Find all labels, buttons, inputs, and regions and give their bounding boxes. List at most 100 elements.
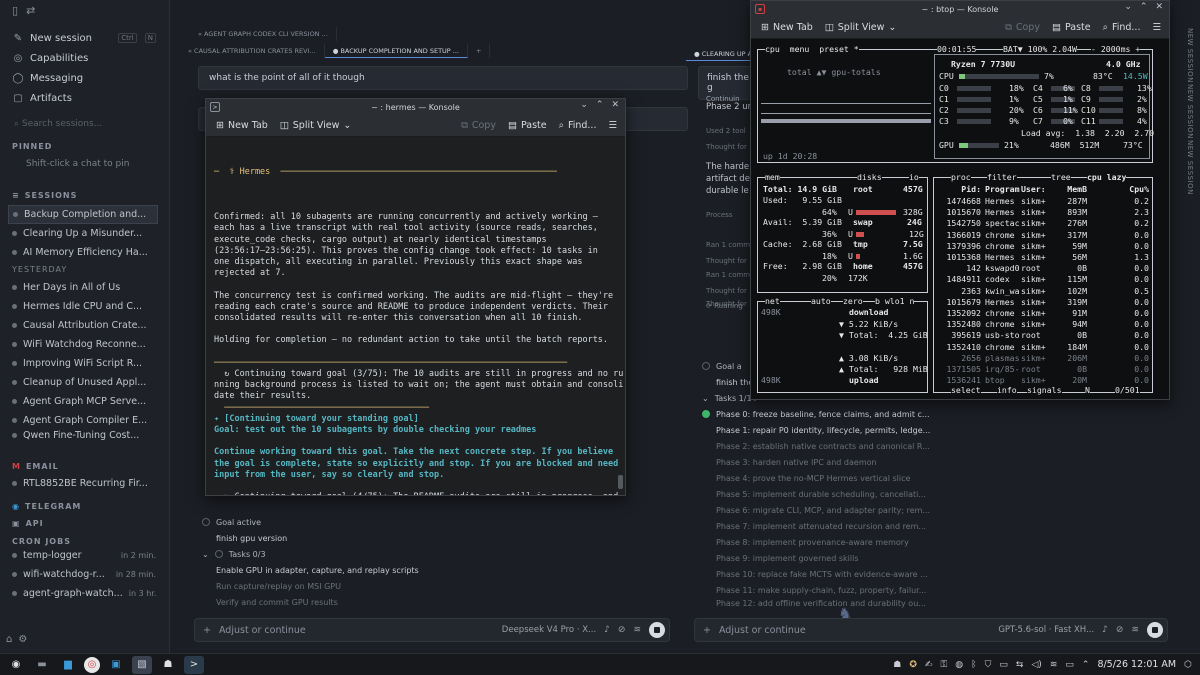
proc-cell[interactable]: 1366019 [937, 230, 981, 240]
photo-app-icon[interactable]: ▧ [132, 655, 152, 674]
proc-cell[interactable]: 20M [1059, 375, 1087, 385]
proc-cell[interactable]: Hermes [985, 196, 1021, 206]
proc-cell[interactable]: 56M [1059, 252, 1087, 262]
settings-sliders-icon[interactable]: ≋ [1131, 625, 1139, 635]
bluetooth-icon[interactable]: ᛒ [971, 660, 976, 670]
hermes-scrollbar[interactable] [618, 475, 623, 489]
copy-button[interactable]: ⧉ Copy [461, 120, 496, 131]
proc-cell[interactable]: sikm+ [1021, 319, 1057, 329]
cron-item[interactable]: agent-graph-watch... in 3 hr. [8, 584, 158, 603]
center-composer[interactable]: + Adjust or continue Deepseek V4 Pro · X… [194, 618, 670, 642]
proc-cell[interactable]: 893M [1059, 207, 1087, 217]
new-tab-button[interactable]: ⊞ New Tab [216, 120, 268, 131]
new-session-button[interactable]: ✎ New session Ctrl N [8, 28, 158, 48]
proc-cell[interactable]: 317M [1059, 230, 1087, 240]
store-icon[interactable]: ▣ [106, 656, 126, 674]
mute-icon[interactable]: ⊘ [618, 625, 626, 635]
proc-cell[interactable]: 0.0 [1119, 342, 1149, 352]
proc-cell[interactable]: 1.3 [1119, 252, 1149, 262]
new-tab-button[interactable]: ⊞ New Tab [761, 22, 813, 33]
proc-cell[interactable]: sikm+ [1021, 375, 1057, 385]
hamburger-menu-icon[interactable]: ☰ [608, 120, 625, 131]
proc-cell[interactable]: chrome [985, 319, 1021, 329]
btop-terminal[interactable]: cpu menu preset * 00:01:55 BAT▼ 100% 2.0… [751, 39, 1169, 399]
plus-icon[interactable]: + [703, 625, 711, 636]
proc-cell[interactable]: 2363 [937, 286, 981, 296]
settings-icon[interactable]: ⚙ [18, 634, 27, 645]
proc-cell[interactable]: 0.0 [1119, 230, 1149, 240]
hermes-titlebar[interactable]: > ~ : hermes — Konsole ⌄ ⌃ ✕ [206, 99, 625, 115]
proc-cell[interactable]: 0.2 [1119, 218, 1149, 228]
proc-cell[interactable]: 0.2 [1119, 196, 1149, 206]
session-item[interactable]: Her Days in All of Us [8, 278, 158, 297]
hermes-terminal[interactable]: ─ ⚕ Hermes ─────────────────────────────… [206, 137, 625, 495]
goal-active-row[interactable]: Goal active [202, 514, 682, 530]
copy-button[interactable]: ⧉ Copy [1005, 22, 1040, 33]
net-iface[interactable]: b wlo1 n [875, 296, 915, 306]
session-item[interactable]: Agent Graph MCP Serve... [8, 392, 158, 411]
taskbar-clock[interactable]: 8/5/26 12:01 AM [1097, 659, 1176, 670]
proc-cell[interactable]: btop [985, 375, 1021, 385]
proc-cell[interactable]: sikm+ [1021, 286, 1057, 296]
maximize-icon[interactable]: ⌃ [1140, 2, 1148, 12]
hermes-app-icon[interactable]: ☗ [158, 656, 178, 674]
proc-cell[interactable]: sikm+ [1021, 274, 1057, 284]
net-zero[interactable]: zero [843, 296, 863, 306]
steam-icon[interactable]: ◍ [955, 660, 963, 670]
proc-column-header[interactable]: Pid: [937, 184, 981, 194]
proc-tree[interactable]: tree [1051, 172, 1071, 182]
proc-cell[interactable]: 142 [937, 263, 981, 273]
proc-cell[interactable]: 59M [1059, 241, 1087, 251]
proc-filter[interactable]: filter [987, 172, 1017, 182]
proc-cell[interactable]: sikm+ [1021, 297, 1057, 307]
session-item[interactable]: AI Memory Efficiency Ha... [8, 243, 158, 262]
messaging-button[interactable]: ◯ Messaging [8, 68, 158, 88]
btop-titlebar[interactable]: ▪ ~ : btop — Konsole ⌄ ⌃ ✕ [751, 1, 1169, 17]
refresh-interval[interactable]: - 2000ms + [1091, 44, 1141, 54]
session-item[interactable]: WiFi Watchdog Reconne... [8, 335, 158, 354]
proc-cell[interactable]: kwin_wa [985, 286, 1021, 296]
proc-cell[interactable]: 0.5 [1119, 286, 1149, 296]
clipboard-icon[interactable]: ✍ [925, 660, 933, 670]
paste-button[interactable]: ▤ Paste [1052, 22, 1091, 33]
minimize-icon[interactable]: ⌄ [1124, 2, 1132, 12]
proc-cell[interactable]: Hermes [985, 207, 1021, 217]
proc-column-header[interactable]: MemB [1059, 184, 1087, 194]
paste-button[interactable]: ▤ Paste [508, 120, 547, 131]
plus-icon[interactable]: + [203, 625, 211, 636]
proc-cell[interactable]: 1352410 [937, 342, 981, 352]
proc-cell[interactable]: chrome [985, 230, 1021, 240]
tab-causal-attribution[interactable]: « CAUSAL ATTRIBUTION CRATES REVI... [180, 44, 325, 58]
session-search-input[interactable]: ⌕ Search sessions... [14, 119, 102, 129]
session-item[interactable]: Causal Attribution Crate... [8, 316, 158, 335]
proc-cell[interactable]: 1542750 [937, 218, 981, 228]
proc-cell[interactable]: 1536241 [937, 375, 981, 385]
right-composer[interactable]: + Adjust or continue GPT-5.6-sol · Fast … [694, 618, 1168, 642]
swap-icon[interactable]: ⇄ [26, 4, 35, 17]
proc-column-header[interactable]: Cpu% [1119, 184, 1149, 194]
proc-signals[interactable]: signals [1027, 385, 1062, 395]
close-icon[interactable]: ✕ [1155, 2, 1163, 12]
proc-cell[interactable]: 0.0 [1119, 319, 1149, 329]
session-item[interactable]: Cleanup of Unused Appl... [8, 373, 158, 392]
settings-sliders-icon[interactable]: ≋ [633, 625, 641, 635]
proc-cell[interactable]: 0.0 [1119, 353, 1149, 363]
new-session-vertical-tab[interactable]: NEW SESSION [1186, 84, 1194, 139]
proc-cell[interactable]: codex [985, 274, 1021, 284]
proc-cell[interactable]: 206M [1059, 353, 1087, 363]
tasks-header[interactable]: ⌄ Tasks 0/3 [202, 546, 682, 562]
proc-cell[interactable]: 1474668 [937, 196, 981, 206]
wifi-icon[interactable]: ≋ [1050, 660, 1058, 670]
hamburger-menu-icon[interactable]: ☰ [1152, 22, 1169, 33]
cron-item[interactable]: wifi-watchdog-r... in 28 min. [8, 565, 158, 584]
tray-expand-icon[interactable]: ⌃ [1082, 660, 1090, 670]
proc-cell[interactable]: 1015368 [937, 252, 981, 262]
proc-cell[interactable]: root [1021, 330, 1057, 340]
find-button[interactable]: ⌕ Find... [559, 120, 597, 131]
show-desktop-icon[interactable]: ⬡ [1184, 660, 1192, 670]
app-launcher-icon[interactable]: ◉ [6, 656, 26, 674]
session-item[interactable]: Agent Graph Compiler E... [8, 411, 158, 430]
proc-cell[interactable]: 0.0 [1119, 308, 1149, 318]
battery-icon[interactable]: ▭ [1065, 660, 1074, 670]
proc-cell[interactable]: 102M [1059, 286, 1087, 296]
